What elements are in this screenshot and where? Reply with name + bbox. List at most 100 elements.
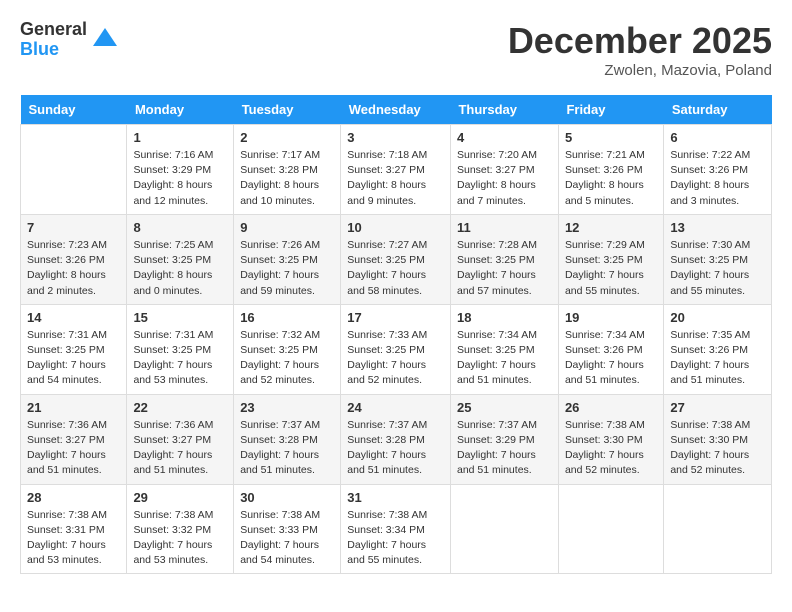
day-number: 26 [565, 400, 657, 415]
calendar-cell: 29 Sunrise: 7:38 AMSunset: 3:32 PMDayligh… [127, 484, 234, 574]
calendar-cell: 27 Sunrise: 7:38 AMSunset: 3:30 PMDayligh… [664, 394, 772, 484]
day-number: 9 [240, 220, 334, 235]
header-thursday: Thursday [450, 95, 558, 125]
page-header: General Blue December 2025 Zwolen, Mazov… [20, 20, 772, 79]
day-info: Sunrise: 7:35 AMSunset: 3:26 PMDaylight:… [670, 328, 765, 389]
calendar-cell: 15Sunrise: 7:31 AMSunset: 3:25 PMDayligh… [127, 304, 234, 394]
calendar-cell: 30 Sunrise: 7:38 AMSunset: 3:33 PMDayligh… [234, 484, 341, 574]
calendar-cell: 18 Sunrise: 7:34 AMSunset: 3:25 PMDayligh… [450, 304, 558, 394]
day-info: Sunrise: 7:37 AMSunset: 3:28 PMDaylight:… [240, 418, 334, 479]
calendar-cell: 25Sunrise: 7:37 AMSunset: 3:29 PMDayligh… [450, 394, 558, 484]
day-info: Sunrise: 7:26 AMSunset: 3:25 PMDaylight:… [240, 238, 334, 299]
header-tuesday: Tuesday [234, 95, 341, 125]
day-number: 19 [565, 310, 657, 325]
calendar-cell: 21 Sunrise: 7:36 AMSunset: 3:27 PMDayligh… [21, 394, 127, 484]
day-info: Sunrise: 7:34 AMSunset: 3:26 PMDaylight:… [565, 328, 657, 389]
day-info: Sunrise: 7:31 AMSunset: 3:25 PMDaylight:… [27, 328, 120, 389]
day-info: Sunrise: 7:31 AMSunset: 3:25 PMDaylight:… [133, 328, 227, 389]
day-number: 10 [347, 220, 444, 235]
day-number: 29 [133, 490, 227, 505]
week-row-4: 21 Sunrise: 7:36 AMSunset: 3:27 PMDayligh… [21, 394, 772, 484]
day-info: Sunrise: 7:38 AMSunset: 3:32 PMDaylight:… [133, 508, 227, 569]
logo-blue-text: Blue [20, 40, 87, 60]
day-number: 21 [27, 400, 120, 415]
calendar-cell: 4 Sunrise: 7:20 AMSunset: 3:27 PMDaylight… [450, 125, 558, 215]
day-info: Sunrise: 7:30 AMSunset: 3:25 PMDaylight:… [670, 238, 765, 299]
day-number: 17 [347, 310, 444, 325]
calendar-cell: 16 Sunrise: 7:32 AMSunset: 3:25 PMDayligh… [234, 304, 341, 394]
day-number: 8 [133, 220, 227, 235]
calendar-cell: 28 Sunrise: 7:38 AMSunset: 3:31 PMDayligh… [21, 484, 127, 574]
calendar-cell: 31 Sunrise: 7:38 AMSunset: 3:34 PMDayligh… [341, 484, 451, 574]
day-info: Sunrise: 7:38 AMSunset: 3:30 PMDaylight:… [565, 418, 657, 479]
day-number: 7 [27, 220, 120, 235]
calendar-cell: 3 Sunrise: 7:18 AMSunset: 3:27 PMDaylight… [341, 125, 451, 215]
day-info: Sunrise: 7:33 AMSunset: 3:25 PMDaylight:… [347, 328, 444, 389]
day-info: Sunrise: 7:34 AMSunset: 3:25 PMDaylight:… [457, 328, 552, 389]
day-number: 30 [240, 490, 334, 505]
day-info: Sunrise: 7:36 AMSunset: 3:27 PMDaylight:… [133, 418, 227, 479]
day-info: Sunrise: 7:38 AMSunset: 3:34 PMDaylight:… [347, 508, 444, 569]
day-number: 16 [240, 310, 334, 325]
week-row-2: 7 Sunrise: 7:23 AMSunset: 3:26 PMDaylight… [21, 214, 772, 304]
day-info: Sunrise: 7:32 AMSunset: 3:25 PMDaylight:… [240, 328, 334, 389]
day-info: Sunrise: 7:38 AMSunset: 3:33 PMDaylight:… [240, 508, 334, 569]
calendar-cell: 17 Sunrise: 7:33 AMSunset: 3:25 PMDayligh… [341, 304, 451, 394]
day-info: Sunrise: 7:18 AMSunset: 3:27 PMDaylight:… [347, 148, 444, 209]
calendar-cell [21, 125, 127, 215]
day-info: Sunrise: 7:28 AMSunset: 3:25 PMDaylight:… [457, 238, 552, 299]
day-number: 11 [457, 220, 552, 235]
day-info: Sunrise: 7:16 AMSunset: 3:29 PMDaylight:… [133, 148, 227, 209]
day-number: 4 [457, 130, 552, 145]
calendar-cell: 20Sunrise: 7:35 AMSunset: 3:26 PMDayligh… [664, 304, 772, 394]
header-monday: Monday [127, 95, 234, 125]
calendar-cell: 14 Sunrise: 7:31 AMSunset: 3:25 PMDayligh… [21, 304, 127, 394]
header-saturday: Saturday [664, 95, 772, 125]
calendar-cell: 12Sunrise: 7:29 AMSunset: 3:25 PMDayligh… [558, 214, 663, 304]
day-number: 31 [347, 490, 444, 505]
day-number: 22 [133, 400, 227, 415]
day-number: 13 [670, 220, 765, 235]
week-row-5: 28 Sunrise: 7:38 AMSunset: 3:31 PMDayligh… [21, 484, 772, 574]
day-info: Sunrise: 7:21 AMSunset: 3:26 PMDaylight:… [565, 148, 657, 209]
day-info: Sunrise: 7:29 AMSunset: 3:25 PMDaylight:… [565, 238, 657, 299]
day-number: 18 [457, 310, 552, 325]
logo: General Blue [20, 20, 119, 60]
day-number: 24 [347, 400, 444, 415]
day-info: Sunrise: 7:36 AMSunset: 3:27 PMDaylight:… [27, 418, 120, 479]
day-number: 14 [27, 310, 120, 325]
day-number: 5 [565, 130, 657, 145]
calendar-header: Sunday Monday Tuesday Wednesday Thursday… [21, 95, 772, 125]
calendar-table: Sunday Monday Tuesday Wednesday Thursday… [20, 95, 772, 574]
day-number: 2 [240, 130, 334, 145]
header-sunday: Sunday [21, 95, 127, 125]
day-info: Sunrise: 7:23 AMSunset: 3:26 PMDaylight:… [27, 238, 120, 299]
calendar-cell: 23Sunrise: 7:37 AMSunset: 3:28 PMDayligh… [234, 394, 341, 484]
day-number: 3 [347, 130, 444, 145]
calendar-cell: 26 Sunrise: 7:38 AMSunset: 3:30 PMDayligh… [558, 394, 663, 484]
day-number: 27 [670, 400, 765, 415]
logo-general-text: General [20, 20, 87, 40]
day-info: Sunrise: 7:22 AMSunset: 3:26 PMDaylight:… [670, 148, 765, 209]
day-number: 25 [457, 400, 552, 415]
day-info: Sunrise: 7:38 AMSunset: 3:31 PMDaylight:… [27, 508, 120, 569]
calendar-cell: 7 Sunrise: 7:23 AMSunset: 3:26 PMDaylight… [21, 214, 127, 304]
calendar-cell: 10Sunrise: 7:27 AMSunset: 3:25 PMDayligh… [341, 214, 451, 304]
title-section: December 2025 Zwolen, Mazovia, Poland [508, 20, 772, 79]
day-number: 28 [27, 490, 120, 505]
day-info: Sunrise: 7:37 AMSunset: 3:28 PMDaylight:… [347, 418, 444, 479]
calendar-cell: 19 Sunrise: 7:34 AMSunset: 3:26 PMDayligh… [558, 304, 663, 394]
header-wednesday: Wednesday [341, 95, 451, 125]
calendar-cell: 13 Sunrise: 7:30 AMSunset: 3:25 PMDayligh… [664, 214, 772, 304]
calendar-cell [558, 484, 663, 574]
calendar-cell: 1Sunrise: 7:16 AMSunset: 3:29 PMDaylight… [127, 125, 234, 215]
calendar-body: 1Sunrise: 7:16 AMSunset: 3:29 PMDaylight… [21, 125, 772, 574]
calendar-cell: 6Sunrise: 7:22 AMSunset: 3:26 PMDaylight… [664, 125, 772, 215]
calendar-cell: 24 Sunrise: 7:37 AMSunset: 3:28 PMDayligh… [341, 394, 451, 484]
month-title: December 2025 [508, 20, 772, 62]
day-info: Sunrise: 7:38 AMSunset: 3:30 PMDaylight:… [670, 418, 765, 479]
location: Zwolen, Mazovia, Poland [508, 62, 772, 79]
calendar-cell [450, 484, 558, 574]
calendar-cell: 2Sunrise: 7:17 AMSunset: 3:28 PMDaylight… [234, 125, 341, 215]
day-info: Sunrise: 7:20 AMSunset: 3:27 PMDaylight:… [457, 148, 552, 209]
